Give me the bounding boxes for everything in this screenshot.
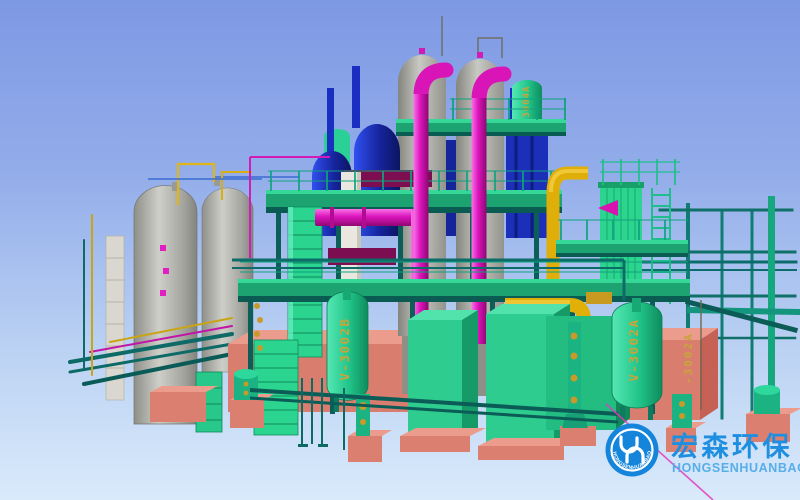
vessel-3002a-label: V-3002A xyxy=(626,318,641,381)
column-gap-equipment xyxy=(446,140,456,236)
vessel-3002a: V-3002A xyxy=(612,298,662,420)
plant-3d-viewport[interactable]: V-3004A xyxy=(0,0,800,500)
vessel-3002b-label: V-3002B xyxy=(337,317,352,380)
pump-tag-3002a-label: -3002A xyxy=(682,332,695,384)
brand-name-en: HONGSENHUANBAO xyxy=(672,461,800,475)
plant-3d-scene: V-3004A xyxy=(0,0,800,500)
brand-logo: HONGSENHUANBAO xyxy=(606,424,659,477)
vessel-3002b: V-3002B xyxy=(327,288,368,412)
brand-name-cn: 宏森环保 xyxy=(671,431,793,462)
box-tank-left xyxy=(400,310,486,452)
